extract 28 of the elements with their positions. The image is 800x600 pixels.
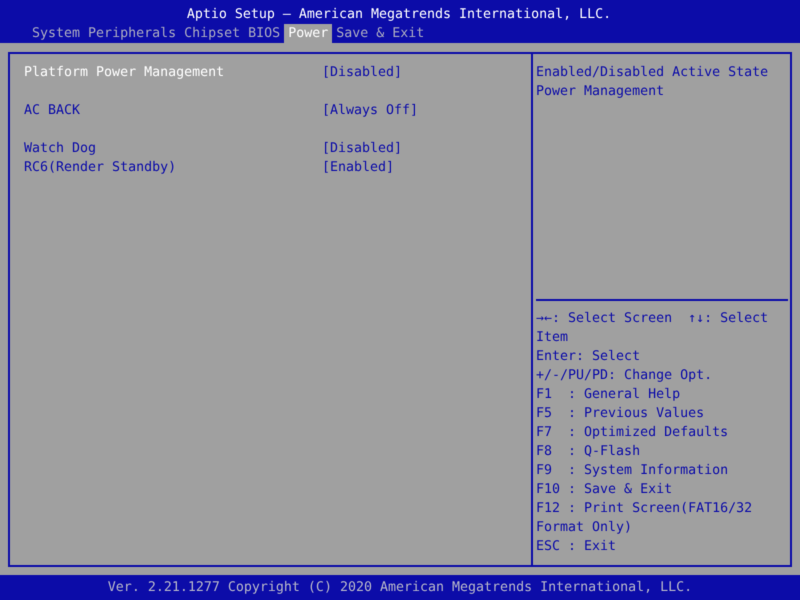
menu-tab[interactable]: System <box>28 24 84 43</box>
key-help-line: ESC : Exit <box>536 538 618 556</box>
menu-tab[interactable]: Save & Exit <box>332 24 428 43</box>
window-title: Aptio Setup – American Megatrends International, LLC. <box>186 6 612 24</box>
key-help-line: +/-/PU/PD: Change Opt. <box>536 367 714 385</box>
setting-value[interactable]: [Enabled] <box>322 158 394 177</box>
key-help-line: F8 : Q-Flash <box>536 443 642 461</box>
key-help-line: F12 : Print Screen(FAT16/32 Format Only) <box>536 500 754 537</box>
setting-value[interactable]: [Disabled] <box>322 139 402 158</box>
key-help-line: F10 : Save & Exit <box>536 481 674 499</box>
setting-value[interactable]: [Disabled] <box>322 63 402 82</box>
key-help-line: Enter: Select <box>536 348 642 366</box>
key-help-line: F9 : System Information <box>536 462 730 480</box>
key-help-line: F1 : General Help <box>536 386 682 404</box>
key-help-line: →←: Select Screen ↑↓: Select Item <box>536 310 770 347</box>
help-description: Enabled/Disabled Active State Power Management <box>536 64 770 101</box>
menu-tab[interactable]: Peripherals <box>84 24 180 43</box>
menu-tab[interactable]: Power <box>284 24 332 43</box>
key-help-line: F5 : Previous Values <box>536 405 706 423</box>
key-help-line: F7 : Optimized Defaults <box>536 424 730 442</box>
setting-value[interactable]: [Always Off] <box>322 101 418 120</box>
setting-label[interactable]: Watch Dog <box>24 139 322 158</box>
copyright-text: Ver. 2.21.1277 Copyright (C) 2020 American Megatrends International, LLC. <box>108 579 692 597</box>
setting-label[interactable]: Platform Power Management <box>24 63 322 82</box>
setting-label[interactable]: RC6(Render Standby) <box>24 158 322 177</box>
menu-tab[interactable]: BIOS <box>244 24 284 43</box>
menu-tab[interactable]: Chipset <box>180 24 244 43</box>
setting-label[interactable]: AC BACK <box>24 101 322 120</box>
